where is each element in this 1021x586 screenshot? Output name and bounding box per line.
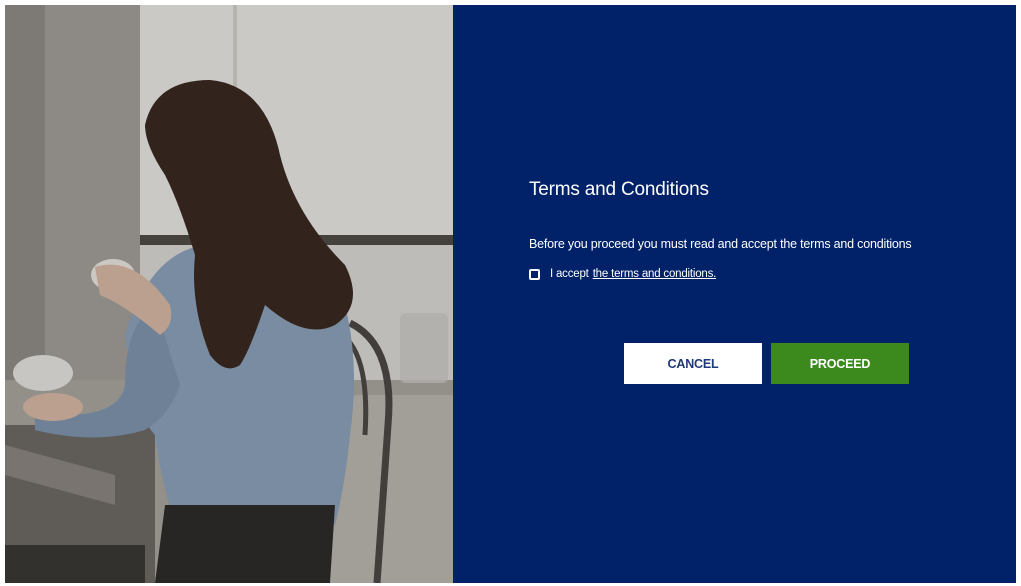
dialog-buttons: CANCEL PROCEED	[624, 343, 909, 384]
terms-intro-text: Before you proceed you must read and acc…	[529, 237, 912, 251]
accept-terms-label: I accept	[550, 268, 589, 280]
hero-photo	[5, 5, 453, 583]
terms-panel: Terms and Conditions Before you proceed …	[453, 5, 1016, 583]
cancel-button[interactable]: CANCEL	[624, 343, 762, 384]
page-title: Terms and Conditions	[529, 179, 709, 200]
terms-link[interactable]: the terms and conditions.	[593, 268, 717, 280]
terms-content: Terms and Conditions Before you proceed …	[529, 179, 999, 280]
accept-terms-checkbox[interactable]	[529, 268, 540, 280]
terms-dialog: Terms and Conditions Before you proceed …	[5, 5, 1016, 583]
proceed-button[interactable]: PROCEED	[771, 343, 909, 384]
accept-terms-row: I accept the terms and conditions.	[529, 268, 999, 280]
